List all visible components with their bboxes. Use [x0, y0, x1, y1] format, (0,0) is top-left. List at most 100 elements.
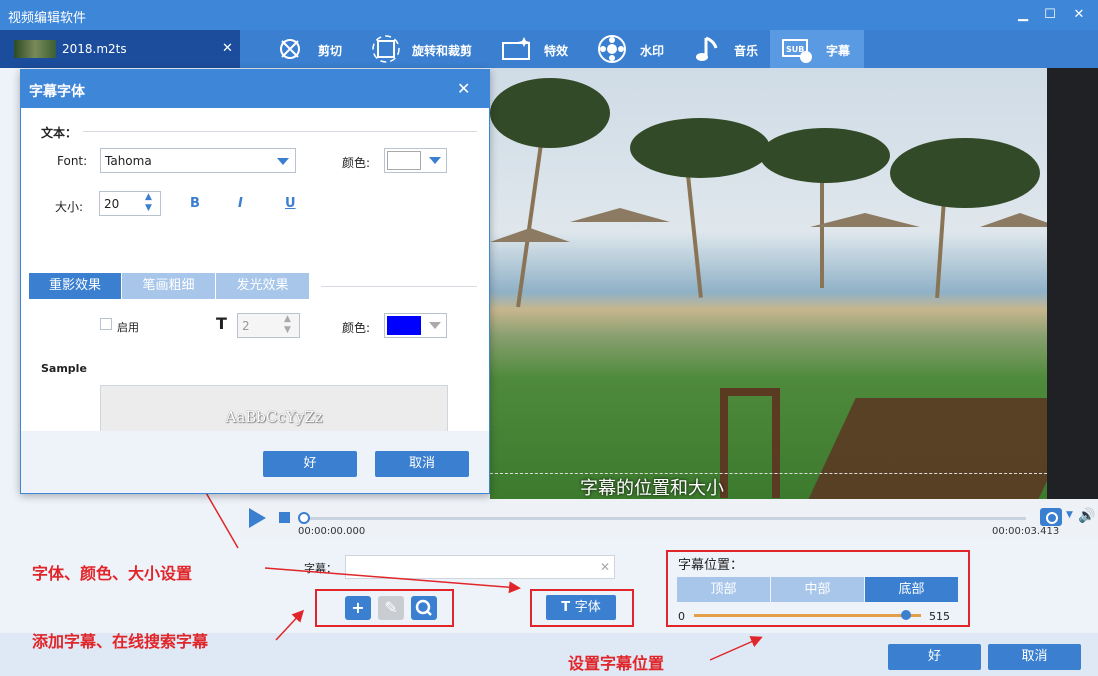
video-thumbnail — [14, 40, 56, 58]
tab-glow[interactable]: 发光效果 — [216, 273, 309, 299]
dialog-cancel-button[interactable]: 取消 — [375, 451, 469, 477]
play-icon[interactable] — [249, 508, 266, 528]
tool-watermark[interactable]: 水印 — [594, 30, 674, 68]
size-value: 20 — [104, 197, 120, 211]
dialog-title: 字幕字体 — [29, 84, 85, 100]
tool-effects[interactable]: 特效 — [498, 30, 578, 68]
effects-icon — [502, 37, 530, 60]
size-label: 大小: — [55, 200, 84, 214]
maximize-icon[interactable]: ☐ — [1039, 4, 1061, 26]
total-time: 00:00:03.413 — [992, 526, 1060, 537]
position-slider-knob[interactable] — [901, 610, 911, 620]
app-title: 视频编辑软件 — [8, 11, 87, 26]
dialog-close-icon[interactable]: ✕ — [457, 79, 470, 98]
svg-text:SUB: SUB — [786, 45, 804, 54]
annotation-add-search: 添加字幕、在线搜索字幕 — [32, 632, 209, 651]
text-section-label: 文本： — [41, 126, 78, 140]
shadow-color-swatch — [387, 316, 421, 335]
subtitle-label: 字幕： — [304, 562, 337, 575]
chevron-down-icon — [277, 158, 289, 165]
camera-icon[interactable] — [1040, 508, 1062, 526]
italic-button[interactable]: I — [238, 196, 243, 211]
close-tab-icon[interactable]: ✕ — [222, 41, 233, 56]
watermark-icon — [598, 35, 626, 63]
subtitle-preview-text[interactable]: 字幕的位置和大小 — [580, 474, 724, 499]
add-subtitle-button[interactable]: + — [345, 596, 371, 620]
edit-subtitle-button[interactable]: ✎ — [378, 596, 404, 620]
position-middle[interactable]: 中部 — [771, 577, 864, 602]
timeline-track[interactable] — [304, 517, 1026, 520]
tool-rotate-crop[interactable]: 旋转和裁剪 — [368, 30, 488, 68]
enable-checkbox[interactable] — [100, 318, 112, 330]
volume-icon[interactable]: 🔊 — [1078, 508, 1095, 524]
tool-music-label: 音乐 — [734, 44, 759, 58]
tool-cut-label: 剪切 — [318, 44, 343, 58]
text-color-swatch — [387, 151, 421, 170]
tool-cut[interactable]: 剪切 — [272, 30, 352, 68]
subtitle-icon: SUB — [782, 39, 812, 63]
dialog-title-bar: 字幕字体 ✕ — [21, 70, 489, 108]
position-slider[interactable] — [694, 614, 921, 617]
tool-rotate-crop-label: 旋转和裁剪 — [412, 44, 473, 58]
size-stepper[interactable]: 20 ▲ ▼ — [99, 191, 161, 216]
color-label: 颜色: — [342, 156, 371, 170]
color2-label: 颜色: — [342, 321, 371, 335]
annotation-position: 设置字幕位置 — [568, 654, 665, 673]
file-name: 2018.m2ts — [62, 42, 127, 56]
stepper-up-icon[interactable]: ▲ — [145, 192, 152, 202]
text-size-icon: T — [216, 314, 227, 333]
ok-button[interactable]: 好 — [888, 644, 981, 670]
chevron-down-icon — [429, 157, 441, 164]
stop-icon[interactable] — [279, 512, 290, 523]
timeline-knob[interactable] — [298, 512, 310, 524]
tab-divider — [321, 286, 477, 287]
tool-subtitle[interactable]: SUB 字幕 — [770, 30, 864, 68]
slider-min: 0 — [678, 610, 685, 623]
tab-stroke[interactable]: 笔画粗细 — [122, 273, 215, 299]
stepper-up-icon[interactable]: ▲ — [284, 314, 291, 324]
text-color-picker[interactable] — [384, 148, 447, 173]
font-button-label: 字体 — [574, 600, 601, 615]
clear-icon[interactable]: ✕ — [600, 560, 610, 574]
tool-effects-label: 特效 — [544, 44, 569, 58]
subtitle-input[interactable]: ✕ — [345, 555, 615, 579]
dialog-body: 文本： Font: Tahoma 颜色: 大小: 20 ▲ ▼ B I U 重影… — [21, 108, 489, 450]
position-top[interactable]: 顶部 — [677, 577, 770, 602]
search-subtitle-button[interactable] — [411, 596, 437, 620]
dialog-ok-button[interactable]: 好 — [263, 451, 357, 477]
font-dialog: 字幕字体 ✕ 文本： Font: Tahoma 颜色: 大小: 20 ▲ ▼ B… — [20, 69, 490, 494]
cancel-button[interactable]: 取消 — [988, 644, 1081, 670]
stepper-down-icon[interactable]: ▼ — [145, 203, 152, 213]
rotate-crop-icon — [372, 35, 400, 63]
subtitle-bounding-box[interactable] — [490, 473, 1047, 474]
font-t-icon: T — [561, 600, 575, 615]
underline-button[interactable]: U — [285, 196, 296, 211]
font-button[interactable]: T 字体 — [546, 595, 616, 620]
tool-music[interactable]: 音乐 — [690, 30, 762, 68]
chevron-down-icon[interactable]: ▼ — [1066, 510, 1073, 520]
toolbar: 2018.m2ts ✕ 剪切 旋转和裁剪 特效 水印 音乐 SUB 字幕 — [0, 30, 1098, 68]
tool-watermark-label: 水印 — [640, 44, 665, 58]
video-preview[interactable]: 字幕的位置和大小 — [490, 68, 1047, 499]
dialog-footer: 好 取消 — [21, 431, 489, 493]
scissors-icon — [280, 39, 300, 59]
close-icon[interactable]: ✕ — [1068, 4, 1090, 26]
shadow-color-picker[interactable] — [384, 313, 447, 338]
shadow-size-value: 2 — [242, 319, 250, 333]
position-bottom[interactable]: 底部 — [865, 577, 958, 602]
tab-shadow[interactable]: 重影效果 — [29, 273, 121, 299]
stepper-down-icon[interactable]: ▼ — [284, 325, 291, 335]
sample-label: Sample — [41, 362, 87, 375]
minimize-icon[interactable]: ▁ — [1012, 4, 1034, 26]
chevron-down-icon — [429, 322, 441, 329]
bold-button[interactable]: B — [190, 196, 200, 211]
tool-subtitle-label: 字幕 — [826, 44, 851, 58]
position-title: 字幕位置： — [678, 558, 744, 573]
annotation-font-settings: 字体、颜色、大小设置 — [32, 564, 193, 583]
music-icon — [696, 36, 718, 61]
shadow-size-stepper[interactable]: 2 ▲ ▼ — [237, 313, 300, 338]
font-select[interactable]: Tahoma — [100, 148, 296, 173]
section-divider — [83, 131, 477, 132]
font-label: Font: — [57, 154, 88, 168]
file-tab[interactable]: 2018.m2ts ✕ — [0, 30, 240, 68]
